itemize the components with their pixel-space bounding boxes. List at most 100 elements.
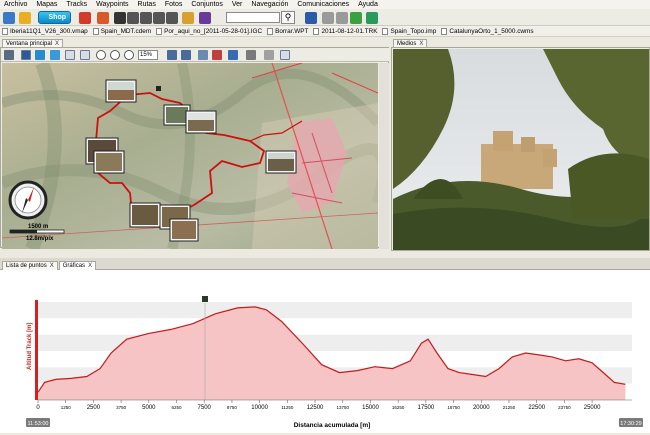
file-item[interactable]: Iberia11Q1_V26_300.vmap — [2, 27, 88, 35]
excel-export-icon[interactable] — [350, 12, 362, 24]
y-axis-label: Altitud Track [m] — [27, 323, 33, 370]
rewind-icon[interactable] — [127, 12, 139, 24]
undo-icon[interactable] — [305, 12, 317, 24]
file-item[interactable]: Borrar.WPT — [267, 27, 308, 35]
search-icon[interactable]: ⚲ — [281, 11, 295, 24]
file-icon — [2, 27, 8, 35]
menu-conjuntos[interactable]: Conjuntos — [191, 1, 223, 8]
menu-waypoints[interactable]: Waypoints — [96, 1, 128, 8]
x-tick-label: 17500 — [418, 405, 435, 411]
track-edit-icon[interactable] — [246, 50, 256, 60]
sync-icon[interactable] — [366, 12, 378, 24]
play-icon[interactable] — [140, 12, 152, 24]
track-tools-icon[interactable] — [79, 12, 91, 24]
menu-mapas[interactable]: Mapas — [36, 1, 57, 8]
file-item[interactable]: Spain_MDT.cdem — [92, 27, 151, 35]
photo-thumb[interactable] — [169, 218, 199, 242]
x-tick-label: 20000 — [473, 405, 490, 411]
file-icon — [313, 27, 320, 35]
scale-resolution-label: 12.8m/pix — [26, 236, 54, 242]
bottom-tab-bar: Lista de puntos X Gráficas X — [0, 258, 650, 270]
move-tool-icon[interactable] — [80, 50, 90, 60]
cursor-marker-icon[interactable] — [202, 296, 208, 302]
x-tick-label: 6250 — [172, 405, 183, 410]
photo-tools-icon[interactable] — [182, 12, 194, 24]
layout-icon[interactable] — [264, 50, 274, 60]
grid-band — [38, 302, 632, 319]
zoom-out-icon[interactable] — [110, 50, 120, 60]
x-tick-label: 18750 — [447, 405, 460, 410]
close-icon[interactable]: X — [50, 263, 54, 269]
zoom-fit-icon[interactable] — [124, 50, 134, 60]
file-icon — [156, 27, 163, 35]
search-input[interactable] — [226, 12, 280, 23]
zoom-select[interactable]: 15% — [138, 50, 158, 60]
tab-graficas[interactable]: Gráficas X — [58, 261, 97, 270]
undo-icon[interactable] — [4, 50, 14, 60]
x-tick-label: 22500 — [528, 405, 545, 411]
menu-tracks[interactable]: Tracks — [66, 1, 87, 8]
x-tick-label: 11250 — [281, 405, 294, 410]
start-time-label: 11:53:00 — [27, 421, 48, 427]
grid-icon[interactable] — [322, 12, 334, 24]
x-tick-label: 16250 — [392, 405, 405, 410]
x-tick-label: 8750 — [227, 405, 238, 410]
route-tools-icon[interactable] — [97, 12, 109, 24]
route-edit-icon[interactable] — [228, 50, 238, 60]
forward-icon[interactable] — [166, 12, 178, 24]
map-toolbar: 15% — [1, 48, 389, 62]
photo-thumb[interactable] — [105, 79, 137, 103]
map-view[interactable]: 1500 m 12.8m/pix — [2, 63, 378, 249]
photo-thumb[interactable] — [93, 150, 125, 174]
waypoint-flag-icon[interactable] — [156, 86, 161, 91]
scissors-icon[interactable] — [212, 50, 222, 60]
table-icon[interactable] — [336, 12, 348, 24]
conjuntos-icon[interactable] — [199, 12, 211, 24]
open-files-bar: Iberia11Q1_V26_300.vmap Spain_MDT.cdem P… — [0, 26, 650, 37]
photo-thumb[interactable] — [265, 150, 297, 174]
x-tick-label: 7500 — [198, 405, 212, 411]
compass-icon — [8, 180, 48, 220]
waypoint-tools-icon[interactable] — [19, 12, 31, 24]
photo-thumb[interactable] — [129, 202, 161, 228]
menu-ver[interactable]: Ver — [232, 1, 243, 8]
shop-button[interactable]: Shop — [38, 11, 71, 24]
file-icon — [441, 27, 448, 35]
close-icon[interactable]: X — [88, 263, 92, 269]
tab-lista-de-puntos[interactable]: Lista de puntos X — [2, 261, 58, 270]
media-photo — [393, 49, 649, 250]
file-item[interactable]: Por_aqui_no_[2011-05-28-01].IGC — [156, 27, 262, 35]
globe-icon[interactable] — [35, 50, 45, 60]
zoom-in-icon[interactable] — [96, 50, 106, 60]
file-icon — [382, 27, 389, 35]
window-icon[interactable] — [280, 50, 290, 60]
file-item[interactable]: 2011-08-12-01.TRK — [313, 27, 377, 35]
menu-navegacion[interactable]: Navegación — [251, 1, 288, 8]
stop-icon[interactable] — [153, 12, 165, 24]
x-tick-label: 12500 — [307, 405, 324, 411]
menu-rutas[interactable]: Rutas — [138, 1, 156, 8]
hand-tool-icon[interactable] — [21, 50, 31, 60]
measure-icon[interactable] — [198, 50, 208, 60]
x-tick-label: 1250 — [61, 405, 72, 410]
elevation-chart[interactable]: Altitud Track [m] 0 1250 2500 3750 5000 6250 7… — [0, 270, 650, 433]
file-item[interactable]: CatalunyaOrto_1_5000.cwms — [441, 27, 534, 35]
x-axis-label: Distancia acumulada [m] — [294, 422, 371, 429]
menu-fotos[interactable]: Fotos — [165, 1, 183, 8]
record-icon[interactable] — [114, 12, 126, 24]
media-window — [391, 47, 650, 251]
open-folder-icon[interactable] — [3, 12, 15, 24]
file-item[interactable]: Spain_Topo.imp — [382, 27, 436, 35]
map-type-icon[interactable] — [181, 50, 191, 60]
menu-archivo[interactable]: Archivo — [4, 1, 27, 8]
select-tool-icon[interactable] — [65, 50, 75, 60]
map-scrollbar[interactable] — [379, 63, 389, 249]
sky-icon[interactable] — [50, 50, 60, 60]
layers-icon[interactable] — [167, 50, 177, 60]
file-icon — [92, 27, 99, 35]
photo-thumb[interactable] — [185, 110, 217, 134]
menu-ayuda[interactable]: Ayuda — [358, 1, 378, 8]
menu-comunicaciones[interactable]: Comunicaciones — [297, 1, 349, 8]
file-icon — [267, 27, 274, 35]
map-window: 15% 1500 m 12.8m/pix — [0, 47, 389, 249]
